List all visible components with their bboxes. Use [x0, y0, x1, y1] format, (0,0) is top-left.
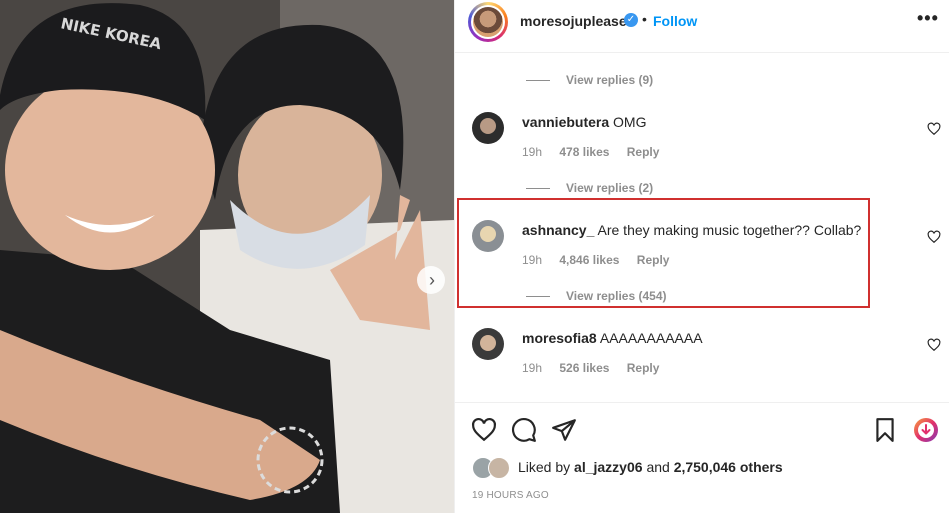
more-options-icon[interactable]: ••• — [917, 8, 939, 29]
separator-dot: • — [642, 11, 647, 27]
comment-body: AAAAAAAAAAA — [599, 330, 703, 346]
comment-text: vanniebutera OMG — [522, 113, 646, 131]
liker-avatars[interactable] — [472, 457, 512, 479]
post-timestamp[interactable]: 19 HOURS AGO — [472, 490, 549, 501]
comment-bubble-icon[interactable] — [511, 417, 537, 443]
liked-by-user[interactable]: al_jazzy06 — [574, 459, 643, 475]
like-comment-heart-icon[interactable] — [927, 230, 941, 244]
author-username[interactable]: moresojuplease — [520, 13, 627, 29]
comment-text: moresofia8 AAAAAAAAAAA — [522, 329, 703, 347]
comment-item: vanniebutera OMG 19h 478 likes Reply — [455, 112, 949, 182]
comment-time[interactable]: 19h — [522, 145, 542, 159]
verified-badge-icon: ✓ — [624, 13, 638, 27]
next-photo-button[interactable]: › — [417, 266, 445, 294]
comment-time[interactable]: 19h — [522, 361, 542, 375]
post-actions: Liked by al_jazzy06 and 2,750,046 others… — [455, 402, 949, 514]
like-heart-icon[interactable] — [471, 417, 497, 443]
selfie-illustration: NIKE KOREA — [0, 0, 454, 513]
post-header: moresojuplease ✓ • Follow ••• — [455, 0, 949, 53]
liked-others-count[interactable]: 2,750,046 others — [674, 459, 783, 475]
like-comment-heart-icon[interactable] — [927, 338, 941, 352]
commenter-avatar[interactable] — [472, 112, 504, 144]
liked-and: and — [646, 459, 670, 475]
like-comment-heart-icon[interactable] — [927, 122, 941, 136]
comment-item: moresofia8 AAAAAAAAAAA 19h 526 likes Rep… — [455, 328, 949, 398]
commenter-username[interactable]: vanniebutera — [522, 114, 609, 130]
liked-prefix: Liked by — [518, 459, 571, 475]
comment-likes[interactable]: 526 likes — [559, 361, 609, 375]
view-replies-label: View replies (9) — [566, 73, 654, 87]
share-paper-plane-icon[interactable] — [551, 417, 577, 443]
view-replies-button[interactable]: View replies (9) — [526, 73, 653, 87]
download-extension-icon[interactable] — [913, 417, 939, 443]
follow-button[interactable]: Follow — [653, 13, 697, 29]
liked-by: Liked by al_jazzy06 and 2,750,046 others — [472, 457, 783, 479]
reply-button[interactable]: Reply — [627, 145, 660, 159]
highlight-box — [457, 198, 870, 308]
chevron-right-icon: › — [429, 270, 435, 290]
view-replies-button[interactable]: View replies (2) — [526, 181, 653, 195]
comment-body: OMG — [613, 114, 647, 130]
comment-likes[interactable]: 478 likes — [559, 145, 609, 159]
comment-meta: 19h 478 likes Reply — [522, 145, 673, 159]
comment-meta: 19h 526 likes Reply — [522, 361, 673, 375]
commenter-username[interactable]: moresofia8 — [522, 330, 597, 346]
view-replies-label: View replies (2) — [566, 181, 654, 195]
post-photo: NIKE KOREA › — [0, 0, 454, 513]
author-avatar[interactable] — [468, 2, 508, 42]
reply-button[interactable]: Reply — [627, 361, 660, 375]
commenter-avatar[interactable] — [472, 328, 504, 360]
save-bookmark-icon[interactable] — [872, 417, 898, 443]
